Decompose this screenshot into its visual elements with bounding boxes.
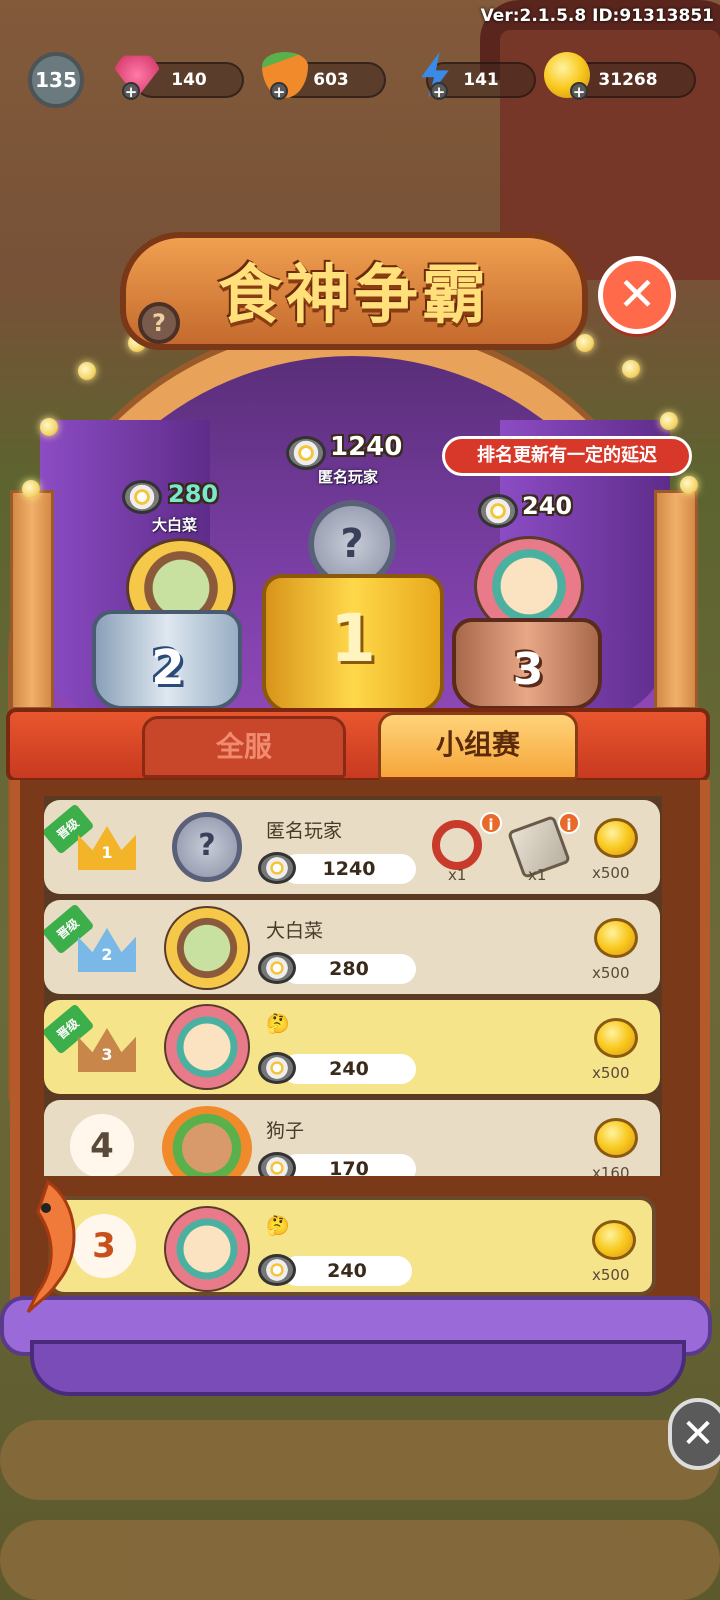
frying-pan-icon: [258, 1152, 296, 1176]
first-place-score: 1240: [330, 432, 403, 462]
leaderboard-row[interactable]: 晋级 2 大白菜 280 x500: [44, 900, 660, 994]
leaderboard-list[interactable]: 晋级 1 ? 匿名玩家 1240 i x1 i x1 x500 晋级 2 大白菜…: [44, 796, 662, 1176]
bronze-crown-icon: 3: [78, 1028, 136, 1072]
light-bulb: [680, 476, 698, 494]
my-score: 240: [282, 1256, 412, 1286]
player-score: 280: [282, 954, 416, 984]
leaderboard-row[interactable]: 晋级 3 🤔 240 x500: [44, 1000, 660, 1094]
first-place-rank: 1: [330, 600, 376, 677]
leaderboard-row[interactable]: 晋级 1 ? 匿名玩家 1240 i x1 i x1 x500: [44, 800, 660, 894]
rank-number: 4: [70, 1114, 134, 1176]
second-place-rank: 2: [151, 640, 185, 696]
light-bulb: [660, 412, 678, 430]
light-bulb: [622, 360, 640, 378]
coin-reward-quantity: x500: [592, 1064, 630, 1082]
pillar-left: [10, 490, 54, 710]
light-bulb: [78, 362, 96, 380]
frying-pan-icon: [258, 852, 296, 884]
pillar-right: [654, 490, 698, 710]
info-icon[interactable]: i: [480, 812, 502, 834]
player-score: 1240: [282, 854, 416, 884]
light-bulb: [40, 418, 58, 436]
coin-reward-quantity: x500: [592, 864, 630, 882]
player-avatar[interactable]: [164, 1004, 250, 1090]
gold-cloud-coin-icon: [594, 1118, 638, 1158]
player-avatar[interactable]: [164, 906, 250, 990]
add-gold-button[interactable]: +: [570, 82, 588, 101]
reward-quantity: x1: [448, 866, 467, 884]
third-place-score: 240: [522, 492, 573, 520]
coin-reward-quantity: x500: [592, 964, 630, 982]
tab-bar: [6, 708, 710, 782]
tab-all-server[interactable]: 全服: [142, 716, 346, 778]
add-gems-button[interactable]: +: [122, 82, 140, 101]
add-carrots-button[interactable]: +: [270, 82, 288, 101]
player-avatar[interactable]: ?: [172, 812, 242, 882]
player-name: 匿名玩家: [266, 820, 343, 842]
shrimp-mascot-icon: [26, 1179, 76, 1314]
gold-cloud-coin-icon: [594, 1018, 638, 1058]
my-avatar[interactable]: [164, 1206, 250, 1292]
gold-cloud-coin-icon: [594, 918, 638, 958]
my-coin-reward-quantity: x500: [592, 1266, 630, 1284]
second-place-score: 280: [168, 480, 219, 508]
frying-pan-icon: [258, 1052, 296, 1084]
gold-cloud-coin-icon: [592, 1220, 636, 1260]
first-place-name: 匿名玩家: [318, 468, 379, 486]
version-text: Ver:2.1.5.8 ID:91313851: [480, 6, 714, 26]
stage-base: [30, 1340, 686, 1396]
frying-pan-icon: [258, 952, 296, 984]
ranking-delay-notice: 排名更新有一定的延迟: [442, 436, 692, 476]
player-score: 170: [282, 1154, 416, 1176]
leaderboard-row[interactable]: 4 狗子 170 x160: [44, 1100, 660, 1176]
my-name: 🤔: [266, 1215, 290, 1237]
add-energy-button[interactable]: +: [430, 82, 448, 101]
second-place-name: 大白菜: [152, 516, 198, 534]
frying-pan-icon: [286, 436, 326, 470]
silver-crown-icon: 2: [78, 928, 136, 972]
coin-reward-quantity: x160: [592, 1164, 630, 1176]
player-level-badge[interactable]: 135: [28, 52, 84, 108]
player-avatar[interactable]: [162, 1106, 252, 1176]
light-bulb: [576, 334, 594, 352]
frying-pan-icon: [122, 480, 162, 514]
close-button[interactable]: ✕: [598, 256, 676, 334]
side-close-icon[interactable]: ✕: [668, 1398, 720, 1470]
player-score: 240: [282, 1054, 416, 1084]
help-button[interactable]: ?: [138, 302, 180, 344]
reward-necklace-icon[interactable]: [432, 820, 482, 870]
frying-pan-icon: [258, 1254, 296, 1286]
reward-quantity: x1: [528, 866, 547, 884]
player-name: 🤔: [266, 1013, 290, 1035]
player-name: 狗子: [266, 1120, 305, 1142]
third-place-rank: 3: [512, 644, 544, 695]
frying-pan-icon: [478, 494, 518, 528]
my-rank-row[interactable]: 3 🤔 240 x500: [48, 1196, 656, 1296]
gold-cloud-coin-icon: [594, 818, 638, 858]
event-title: 食神争霸: [218, 259, 490, 333]
player-name: 大白菜: [266, 920, 324, 942]
info-icon[interactable]: i: [558, 812, 580, 834]
light-bulb: [22, 480, 40, 498]
tab-group-match[interactable]: 小组赛: [378, 712, 578, 780]
